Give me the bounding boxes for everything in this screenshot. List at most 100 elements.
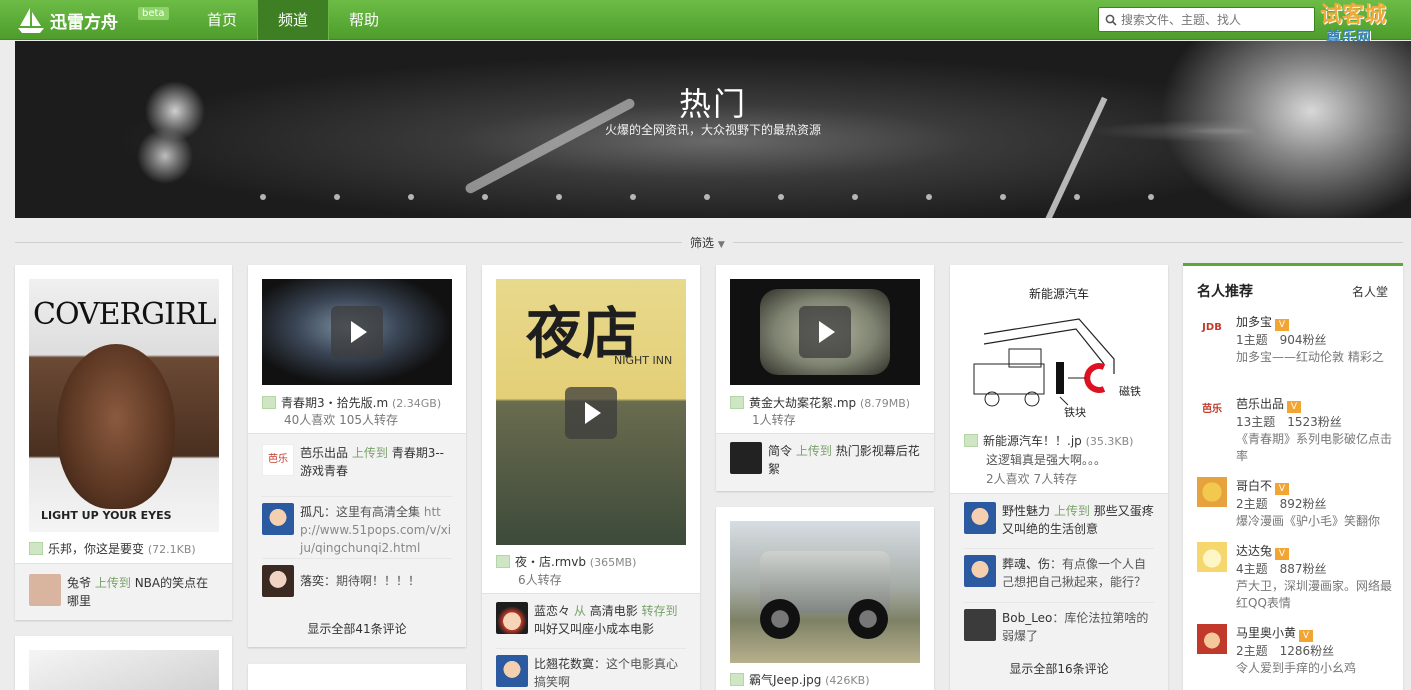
celebrity-item: 马里奥小黄 V 2主题 1286粉丝 令人爱到手痒的小幺鸡 (1197, 624, 1392, 684)
comment-text: 落奕：期待啊！！！！ (300, 565, 420, 597)
carousel-dot[interactable] (704, 194, 710, 200)
logo[interactable]: 迅雷方舟 (16, 5, 118, 35)
play-button[interactable] (331, 306, 383, 358)
avatar[interactable] (1197, 624, 1227, 654)
video-thumbnail[interactable] (730, 279, 920, 385)
video-file-icon (730, 396, 744, 409)
celebrity-name-text[interactable]: 哥白不 (1236, 479, 1272, 493)
activity-target[interactable]: 叫好又叫座小成本电影 (534, 622, 654, 636)
celebrity-name-text[interactable]: 加多宝 (1236, 315, 1272, 329)
image-thumbnail[interactable]: 新能源汽车 磁铁 铁块 (964, 279, 1154, 429)
avatar[interactable] (262, 503, 294, 535)
feed-card: 新能源汽车 磁铁 铁块 新能源汽车！！.jp (35.3KB) 这逻辑真是强大啊… (950, 265, 1168, 690)
carousel-dot[interactable] (852, 194, 858, 200)
celebrity-name-text[interactable]: 达达兔 (1236, 544, 1272, 558)
carousel-dot[interactable] (630, 194, 636, 200)
nav-home[interactable]: 首页 (187, 0, 257, 40)
feed-card (15, 636, 232, 690)
file-name[interactable]: 青春期3・拾先版.m (281, 396, 388, 410)
file-name[interactable]: 夜・店.rmvb (515, 555, 586, 569)
activity-user[interactable]: 芭乐出品 (300, 446, 348, 460)
avatar[interactable] (964, 502, 996, 534)
activity-verb: 转存到 (641, 604, 678, 618)
show-all-comments-link[interactable]: 显示全部16条评论 (950, 660, 1168, 677)
avatar[interactable] (964, 609, 996, 641)
comment-user[interactable]: 落奕 (300, 574, 324, 588)
hall-of-fame-link[interactable]: 名人堂 (1352, 283, 1388, 300)
nav-help[interactable]: 帮助 (329, 0, 399, 40)
avatar[interactable] (262, 565, 294, 597)
avatar[interactable] (1197, 542, 1227, 572)
carousel-dots[interactable] (260, 194, 1222, 200)
verified-icon: V (1275, 548, 1290, 560)
video-thumbnail[interactable]: 夜店 NIGHT INN (496, 279, 686, 545)
avatar[interactable] (730, 442, 762, 474)
avatar[interactable] (964, 555, 996, 587)
carousel-dot[interactable] (482, 194, 488, 200)
play-button[interactable] (565, 387, 617, 439)
file-name[interactable]: 乐邦，你这是要变 (48, 542, 144, 556)
activity-user[interactable]: 蓝恋々 (534, 604, 570, 618)
file-thumbnail[interactable]: COVERGIRL LIGHT UP YOUR EYES (29, 279, 219, 532)
file-info: 夜・店.rmvb (365MB) (496, 553, 636, 570)
file-name[interactable]: 霸气Jeep.jpg (749, 673, 821, 687)
activity-block: 芭乐 芭乐出品 上传到 青春期3--游戏青春 孤凡：这里有高清全集 http:/… (248, 433, 466, 647)
video-thumbnail[interactable] (262, 279, 452, 385)
avatar[interactable]: 芭乐 (262, 444, 294, 476)
activity-user[interactable]: 野性魅力 (1002, 504, 1050, 518)
celebrity-item: 达达兔 V 4主题 887粉丝 芦大卫，深圳漫画家。网络最红QQ表情 (1197, 542, 1392, 617)
beta-badge: beta (138, 7, 169, 20)
avatar[interactable]: 芭乐 (1197, 395, 1227, 425)
celebrity-name[interactable]: 马里奥小黄 V (1236, 624, 1314, 642)
celebrity-name[interactable]: 哥白不 V (1236, 477, 1290, 495)
activity-user[interactable]: 兔爷 (67, 576, 91, 590)
verified-icon: V (1275, 319, 1290, 331)
carousel-dot[interactable] (334, 194, 340, 200)
file-name[interactable]: 黄金大劫案花絮.mp (749, 396, 856, 410)
celebrity-description: 加多宝——红动伦敦 精彩之 (1236, 350, 1384, 364)
activity-source[interactable]: 高清电影 (590, 604, 638, 618)
verified-icon: V (1275, 483, 1290, 495)
comment-user[interactable]: 孤凡 (300, 505, 324, 519)
activity-block: 野性魅力 上传到 那些又蛋疼又叫绝的生活创意 葬魂、伤：有点像一个人自己想把自己… (950, 493, 1168, 690)
file-name[interactable]: 新能源汽车！！.jp (983, 434, 1082, 448)
file-info: 乐邦，你这是要变 (72.1KB) (29, 540, 196, 557)
comment-user[interactable]: Bob_Leo (1002, 611, 1052, 625)
carousel-dot[interactable] (1148, 194, 1154, 200)
carousel-dot[interactable] (408, 194, 414, 200)
celebrity-name[interactable]: 芭乐出品 V (1236, 395, 1302, 413)
activity-text: 蓝恋々 从 高清电影 转存到 叫好又叫座小成本电影 (534, 602, 686, 638)
activity-user[interactable]: 简令 (768, 444, 792, 458)
play-button[interactable] (799, 306, 851, 358)
comment-user[interactable]: 葬魂、伤 (1002, 557, 1050, 571)
search-input[interactable] (1121, 12, 1306, 27)
carousel-dot[interactable] (260, 194, 266, 200)
celebrity-name[interactable]: 达达兔 V (1236, 542, 1290, 560)
feed-card: 青春期3・拾先版.m (2.34GB) 40人喜欢 105人转存 芭乐 芭乐出品… (248, 265, 466, 647)
carousel-dot[interactable] (1074, 194, 1080, 200)
hero-banner[interactable]: 热门 火爆的全网资讯，大众视野下的最热资源 (15, 41, 1411, 218)
carousel-dot[interactable] (1000, 194, 1006, 200)
celebrity-name-text[interactable]: 芭乐出品 (1236, 397, 1284, 411)
show-all-comments-link[interactable]: 显示全部41条评论 (248, 620, 466, 637)
carousel-dot[interactable] (778, 194, 784, 200)
avatar[interactable] (496, 655, 528, 687)
filter-toggle[interactable]: 筛选 ▼ (682, 234, 733, 251)
avatar[interactable] (1197, 477, 1227, 507)
carousel-dot[interactable] (926, 194, 932, 200)
celebrity-name[interactable]: 加多宝 V (1236, 313, 1290, 331)
nav-channel[interactable]: 频道 (257, 0, 330, 40)
avatar[interactable] (29, 574, 61, 606)
activity-verb: 上传到 (351, 446, 388, 460)
carousel-dot[interactable] (556, 194, 562, 200)
feed-card: 黄金大劫案花絮.mp (8.79MB) 1人转存 简令 上传到 热门影视幕后花絮 (716, 265, 934, 491)
avatar[interactable]: JDB (1197, 313, 1227, 343)
comment-user[interactable]: 比翘花数寞 (534, 657, 594, 671)
file-thumbnail[interactable] (29, 650, 219, 690)
image-thumbnail[interactable] (730, 521, 920, 663)
search-icon[interactable] (1105, 14, 1117, 26)
celebrity-name-text[interactable]: 马里奥小黄 (1236, 626, 1296, 640)
comment-row: 孤凡：这里有高清全集 http://www.51pops.com/v/xiju/… (262, 496, 452, 557)
file-size: (365MB) (589, 556, 637, 569)
avatar[interactable] (496, 602, 528, 634)
